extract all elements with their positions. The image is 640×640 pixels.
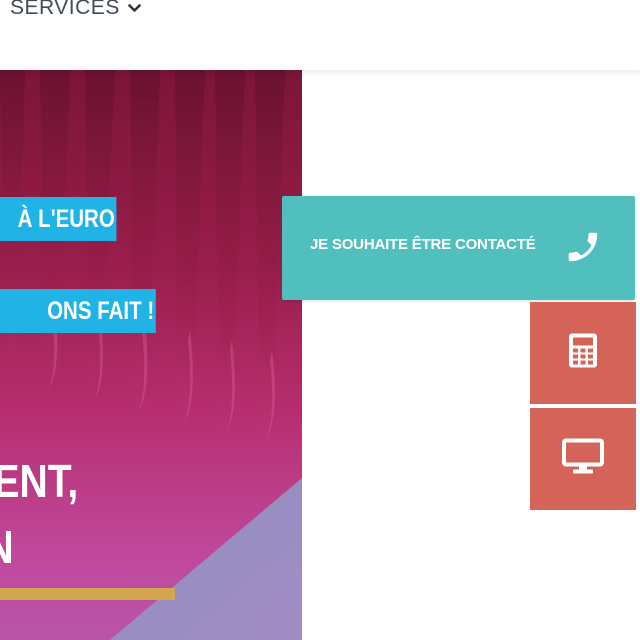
hero-heading-line-2-text: N bbox=[0, 520, 14, 574]
hero-heading-line-1: ENT, bbox=[0, 454, 78, 510]
contact-request-label: JE SOUHAITE ÊTRE CONTACTÉ bbox=[310, 236, 536, 253]
side-buttons-divider bbox=[530, 404, 636, 408]
hero-tag-euro: À L'EURO bbox=[0, 197, 117, 241]
monitor-icon bbox=[562, 438, 604, 480]
hero-banner-image: À L'EURO ONS FAIT ! ENT, N bbox=[0, 70, 302, 640]
hero-heading-line-2: N bbox=[0, 520, 14, 576]
hero-heading-line-1-text: ENT, bbox=[0, 455, 79, 507]
chevron-down-icon bbox=[128, 3, 141, 13]
hero-tag-fait-text: ONS FAIT ! bbox=[47, 297, 155, 325]
top-navigation: SERVICES bbox=[0, 0, 640, 70]
hero-background-graphic bbox=[0, 70, 302, 640]
hero-accent-line bbox=[0, 588, 175, 600]
calculator-button[interactable] bbox=[530, 302, 636, 404]
hero-tag-euro-text: À L'EURO bbox=[17, 205, 115, 233]
hero-tag-fait: ONS FAIT ! bbox=[0, 289, 156, 333]
page: SERVICES À L'EURO ONS FAIT ! ENT, JE SOU… bbox=[0, 0, 640, 640]
nav-services-menu[interactable]: SERVICES bbox=[10, 0, 141, 20]
phone-icon bbox=[564, 228, 602, 271]
calculator-icon bbox=[568, 333, 598, 374]
contact-request-button[interactable]: JE SOUHAITE ÊTRE CONTACTÉ bbox=[282, 196, 635, 300]
nav-services-label: SERVICES bbox=[10, 0, 120, 19]
desktop-button[interactable] bbox=[530, 408, 636, 510]
